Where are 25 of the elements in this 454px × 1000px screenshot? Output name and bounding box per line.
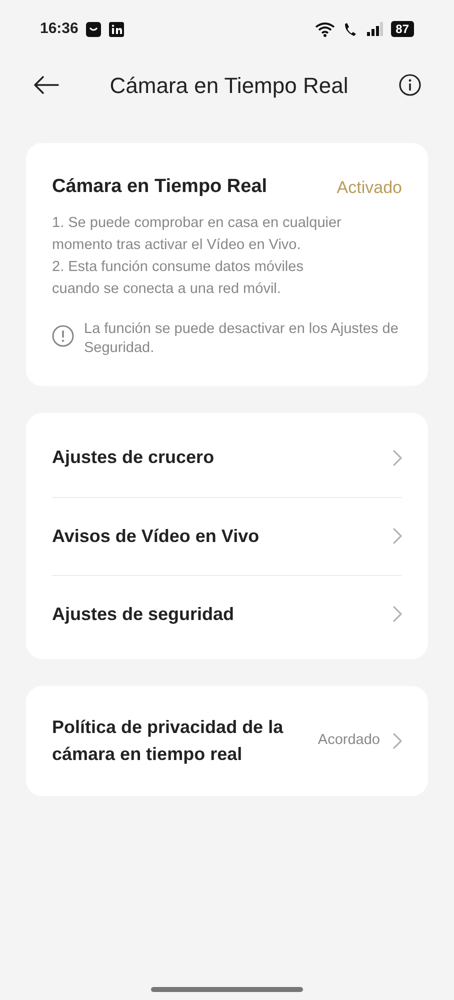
privacy-label: Política de privacidad de la cámara en tiempo real [52,716,284,766]
page-title: Cámara en Tiempo Real [108,72,350,100]
chevron-right-icon [392,527,402,545]
app-notification-icon [109,22,124,36]
description-text: 2. Esta función consume datos móviles cuando se conecta a una red móvil. [52,258,304,298]
signal-icon [366,22,383,36]
info-button[interactable] [398,73,422,97]
settings-row[interactable]: Ajustes de seguridad [52,574,402,652]
description-text: 1. Se puede comprobar en casa en cualquier momento tras activar el Vídeo en Vivo. [52,214,342,254]
warning-icon [52,324,74,346]
privacy-card[interactable]: Política de privacidad de la cámara en tiempo real Acordado [26,686,428,796]
phone-icon [342,22,359,36]
card-title: Cámara en Tiempo Real [52,175,268,199]
chevron-right-icon [392,448,402,466]
app-notification-icon [86,22,102,36]
settings-row[interactable]: Avisos de Vídeo en Vivo [52,496,402,574]
privacy-status: Acordado [318,730,380,750]
wifi-icon [314,22,335,36]
chevron-right-icon [392,732,402,750]
battery-indicator: 87 [390,21,414,37]
notice-text: La función se puede desactivar en los Ajustes de Seguridad. [84,320,400,358]
status-label: Activado [336,177,403,199]
settings-row[interactable]: Ajustes de crucero [52,418,402,496]
status-time: 16:36 [40,18,78,39]
chevron-right-icon [392,605,402,623]
